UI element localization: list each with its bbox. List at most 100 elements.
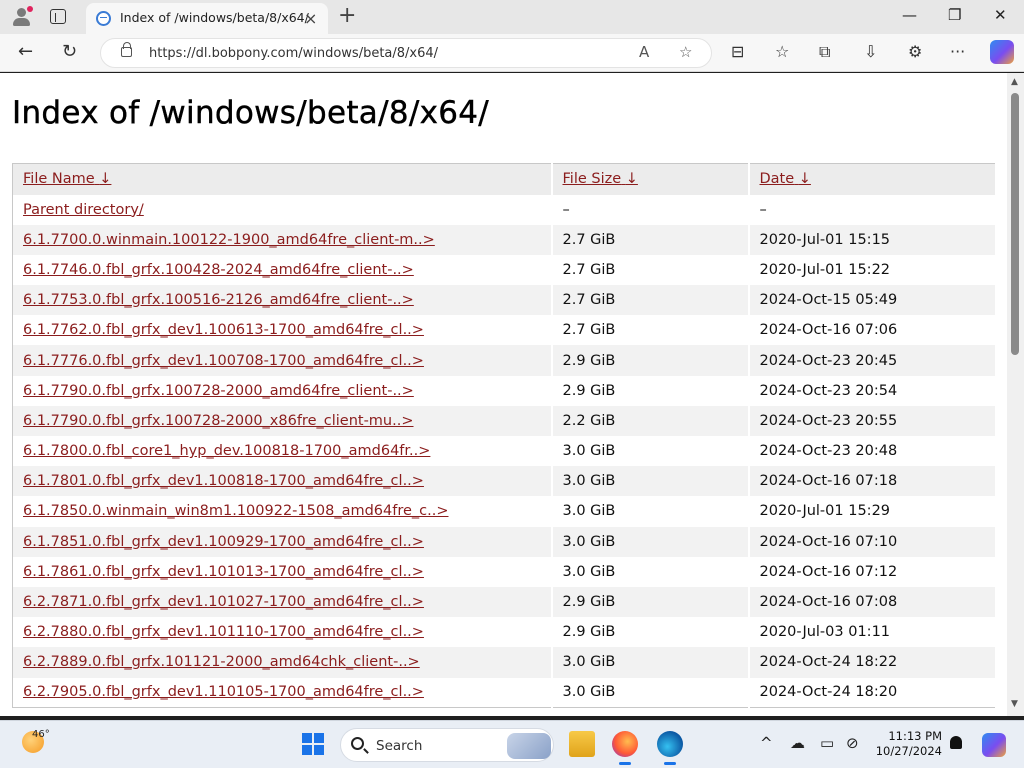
- table-header-row: File Name ↓ File Size ↓ Date ↓: [12, 163, 997, 195]
- file-link[interactable]: 6.1.7776.0.fbl_grfx_dev1.100708-1700_amd…: [23, 353, 424, 369]
- file-link[interactable]: 6.2.7871.0.fbl_grfx_dev1.101027-1700_amd…: [23, 594, 424, 610]
- scroll-down-icon[interactable]: ▼: [1011, 699, 1018, 709]
- table-row: 6.1.7851.0.fbl_grfx_dev1.100929-1700_amd…: [12, 526, 997, 557]
- file-link[interactable]: 6.1.7700.0.winmain.100122-1900_amd64fre_…: [23, 232, 435, 248]
- read-aloud-icon[interactable]: A: [639, 43, 649, 61]
- file-size-cell: 3.0 GiB: [551, 496, 750, 527]
- table-row: Parent directory/ – –: [12, 194, 997, 225]
- taskbar-search-box[interactable]: Search: [340, 728, 554, 762]
- file-date-cell: 2024-Oct-16 07:18: [748, 466, 997, 497]
- scroll-up-icon[interactable]: ▲: [1011, 77, 1018, 87]
- file-link[interactable]: 6.2.7905.0.fbl_grfx_dev1.110105-1700_amd…: [23, 684, 424, 700]
- table-row: 6.1.7753.0.fbl_grfx.100516-2126_amd64fre…: [12, 285, 997, 316]
- volume-icon[interactable]: ⊘: [846, 734, 859, 752]
- table-row: 6.1.7700.0.winmain.100122-1900_amd64fre_…: [12, 224, 997, 255]
- table-row: 6.1.7776.0.fbl_grfx_dev1.100708-1700_amd…: [12, 345, 997, 376]
- file-date-cell: 2024-Oct-23 20:55: [748, 405, 997, 436]
- browser-tab-active[interactable]: Index of /windows/beta/8/x64/ ×: [86, 3, 328, 34]
- profile-head: [17, 8, 26, 17]
- table-row: 6.1.7801.0.fbl_grfx_dev1.100818-1700_amd…: [12, 466, 997, 497]
- start-logo-tile: [302, 745, 312, 755]
- sort-by-size-link[interactable]: File Size ↓: [563, 171, 638, 187]
- profile-avatar-icon[interactable]: [10, 6, 34, 28]
- file-link[interactable]: 6.1.7753.0.fbl_grfx.100516-2126_amd64fre…: [23, 292, 414, 308]
- file-size-cell: 2.7 GiB: [551, 315, 750, 346]
- file-link[interactable]: 6.1.7850.0.winmain_win8m1.100922-1508_am…: [23, 503, 449, 519]
- file-name-cell: 6.1.7790.0.fbl_grfx.100728-2000_x86fre_c…: [12, 405, 553, 436]
- minimize-button[interactable]: —: [902, 6, 917, 24]
- file-listing-table: File Name ↓ File Size ↓ Date ↓ Parent di…: [12, 163, 997, 709]
- weather-temperature[interactable]: 46°: [32, 729, 50, 740]
- collections-icon[interactable]: ⧉: [819, 42, 830, 62]
- taskbar-clock[interactable]: 11:13 PM 10/27/2024: [870, 729, 942, 759]
- file-link[interactable]: 6.1.7790.0.fbl_grfx.100728-2000_x86fre_c…: [23, 413, 414, 429]
- file-link[interactable]: 6.1.7762.0.fbl_grfx_dev1.100613-1700_amd…: [23, 322, 424, 338]
- scrollbar-thumb[interactable]: [1011, 93, 1019, 355]
- sort-by-date-link[interactable]: Date ↓: [760, 171, 811, 187]
- column-header-file-name[interactable]: File Name ↓: [12, 163, 553, 195]
- file-link[interactable]: 6.2.7889.0.fbl_grfx.101121-2000_amd64chk…: [23, 654, 420, 670]
- table-row: 6.2.7880.0.fbl_grfx_dev1.101110-1700_amd…: [12, 617, 997, 648]
- maximize-button[interactable]: ❐: [948, 6, 961, 24]
- copilot-icon[interactable]: [990, 40, 1014, 64]
- edge-icon[interactable]: [657, 731, 683, 765]
- refresh-icon[interactable]: ↻: [62, 40, 77, 64]
- address-bar[interactable]: https://dl.bobpony.com/windows/beta/8/x6…: [100, 38, 712, 68]
- downloads-icon[interactable]: ⇩: [864, 42, 877, 61]
- file-name-cell: 6.1.7762.0.fbl_grfx_dev1.100613-1700_amd…: [12, 315, 553, 346]
- column-header-label: File Name: [23, 171, 95, 188]
- file-date-cell: 2024-Oct-16 07:12: [748, 556, 997, 587]
- file-explorer-icon[interactable]: [569, 731, 595, 757]
- close-window-button[interactable]: ✕: [994, 6, 1007, 24]
- file-link[interactable]: 6.1.7746.0.fbl_grfx.100428-2024_amd64fre…: [23, 262, 414, 278]
- tab-actions-icon[interactable]: [50, 9, 66, 24]
- page-favicon-icon: [96, 11, 111, 26]
- notification-bell-icon[interactable]: [950, 736, 962, 749]
- sort-by-name-link[interactable]: File Name ↓: [23, 171, 111, 187]
- display-icon[interactable]: ▭: [820, 734, 834, 752]
- sort-arrow-icon: ↓: [798, 171, 811, 188]
- table-row: 6.1.7800.0.fbl_core1_hyp_dev.100818-1700…: [12, 436, 997, 467]
- file-date-cell: 2024-Oct-15 05:49: [748, 285, 997, 316]
- copilot-taskbar-icon[interactable]: [982, 733, 1006, 757]
- start-button[interactable]: [302, 733, 324, 755]
- file-size-cell: 3.0 GiB: [551, 677, 750, 708]
- file-date-cell: 2024-Oct-23 20:48: [748, 436, 997, 467]
- network-icon[interactable]: ☁: [790, 734, 805, 752]
- file-link[interactable]: 6.1.7800.0.fbl_core1_hyp_dev.100818-1700…: [23, 443, 430, 459]
- firefox-icon[interactable]: [612, 731, 638, 765]
- file-size-cell: 2.9 GiB: [551, 345, 750, 376]
- file-name-cell: 6.1.7800.0.fbl_core1_hyp_dev.100818-1700…: [12, 436, 553, 467]
- file-date-cell: 2020-Jul-01 15:29: [748, 496, 997, 527]
- favorite-star-icon[interactable]: ☆: [679, 43, 692, 61]
- address-url[interactable]: https://dl.bobpony.com/windows/beta/8/x6…: [149, 46, 438, 61]
- favorites-icon[interactable]: ☆: [775, 42, 789, 61]
- tray-chevron-icon[interactable]: ^: [760, 734, 773, 752]
- clock-time: 11:13 PM: [888, 729, 942, 743]
- vertical-scrollbar[interactable]: ▲ ▼: [1007, 73, 1024, 716]
- lock-icon[interactable]: [121, 42, 132, 57]
- file-link[interactable]: 6.1.7790.0.fbl_grfx.100728-2000_amd64fre…: [23, 383, 414, 399]
- column-header-file-size[interactable]: File Size ↓: [551, 163, 750, 195]
- more-options-icon[interactable]: ···: [950, 42, 965, 61]
- file-link[interactable]: 6.2.7880.0.fbl_grfx_dev1.101110-1700_amd…: [23, 624, 424, 640]
- extensions-icon[interactable]: ⚙: [908, 42, 922, 61]
- file-size-cell: 2.9 GiB: [551, 375, 750, 406]
- parent-directory-link[interactable]: Parent directory/: [23, 202, 144, 218]
- file-date-cell: 2024-Oct-24 18:20: [748, 677, 997, 708]
- column-header-label: Date: [759, 171, 795, 188]
- file-name-cell: 6.1.7861.0.fbl_grfx_dev1.101013-1700_amd…: [12, 556, 553, 587]
- file-link[interactable]: 6.1.7801.0.fbl_grfx_dev1.100818-1700_amd…: [23, 473, 424, 489]
- split-screen-icon[interactable]: ⊟: [731, 42, 744, 61]
- column-header-date[interactable]: Date ↓: [748, 163, 997, 195]
- back-arrow-icon[interactable]: ←: [18, 40, 33, 64]
- file-name-cell: 6.1.7746.0.fbl_grfx.100428-2024_amd64fre…: [12, 254, 553, 286]
- file-name-cell: 6.2.7889.0.fbl_grfx.101121-2000_amd64chk…: [12, 647, 553, 678]
- page-content: Index of /windows/beta/8/x64/ File Name …: [0, 73, 1007, 716]
- profile-notification-dot: [27, 6, 33, 12]
- file-size-cell: 2.7 GiB: [551, 285, 750, 316]
- file-link[interactable]: 6.1.7861.0.fbl_grfx_dev1.101013-1700_amd…: [23, 564, 424, 580]
- tab-close-icon[interactable]: ×: [304, 9, 317, 28]
- file-link[interactable]: 6.1.7851.0.fbl_grfx_dev1.100929-1700_amd…: [23, 534, 424, 550]
- new-tab-icon[interactable]: +: [338, 3, 356, 28]
